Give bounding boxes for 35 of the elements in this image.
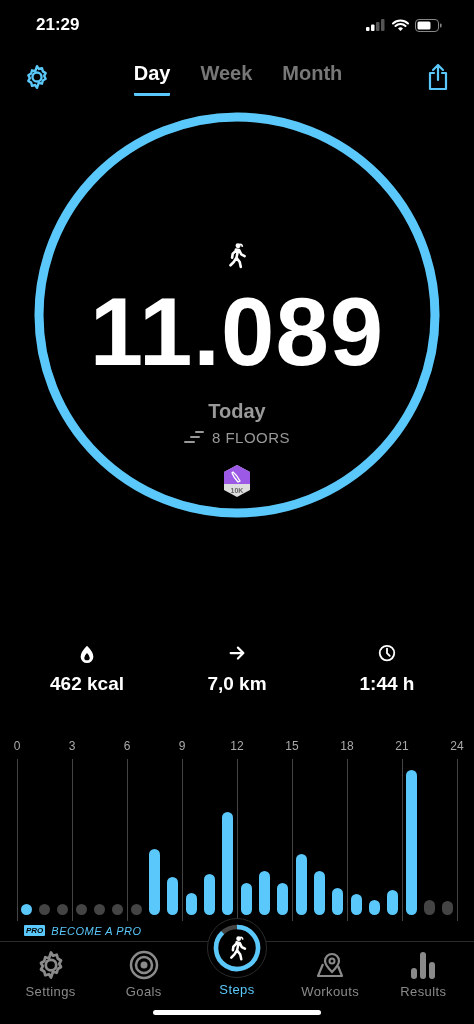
hour-label: 9 <box>178 738 186 753</box>
stairs-icon <box>183 431 204 444</box>
stat-value: 462 kcal <box>50 673 124 696</box>
floors-count: 8 FLOORS <box>211 428 291 446</box>
settings-icon[interactable] <box>24 64 50 91</box>
hour-label: 24 <box>450 738 464 753</box>
hour-label: 15 <box>285 738 299 753</box>
step-count: 11.089 <box>89 283 385 380</box>
nav-tab[interactable]: Steps <box>190 918 283 1010</box>
wifi-icon <box>392 19 409 32</box>
target-icon <box>128 950 159 981</box>
share-icon[interactable] <box>426 63 450 92</box>
hour-label: 18 <box>340 738 354 753</box>
battery-icon <box>415 18 442 32</box>
period-tab[interactable]: Week <box>200 58 253 97</box>
pro-tag: PRO <box>24 925 46 937</box>
period-tab[interactable]: Day <box>133 58 171 97</box>
nav-tab[interactable]: Workouts <box>284 942 377 1010</box>
nav-tab[interactable]: Results <box>377 942 470 1010</box>
become-pro-link[interactable]: BECOME A PRO <box>51 924 142 937</box>
stat-value: 7,0 km <box>207 673 267 696</box>
status-time: 21:29 <box>36 15 80 36</box>
hour-label: 21 <box>395 738 409 753</box>
hour-label: 6 <box>123 738 131 753</box>
period-tab[interactable]: Month <box>282 58 343 97</box>
hour-label: 3 <box>68 738 76 753</box>
nav-tab[interactable]: Goals <box>97 942 190 1010</box>
hour-label: 0 <box>13 738 21 753</box>
stat-value: 1:44 h <box>359 673 415 696</box>
signal-icon <box>366 19 386 32</box>
steps-ring-icon <box>211 923 262 974</box>
bar-chart-icon <box>410 950 437 981</box>
nav-tab[interactable]: Settings <box>4 942 97 1010</box>
hour-label: 12 <box>230 738 244 753</box>
period-label: Today <box>208 399 266 423</box>
